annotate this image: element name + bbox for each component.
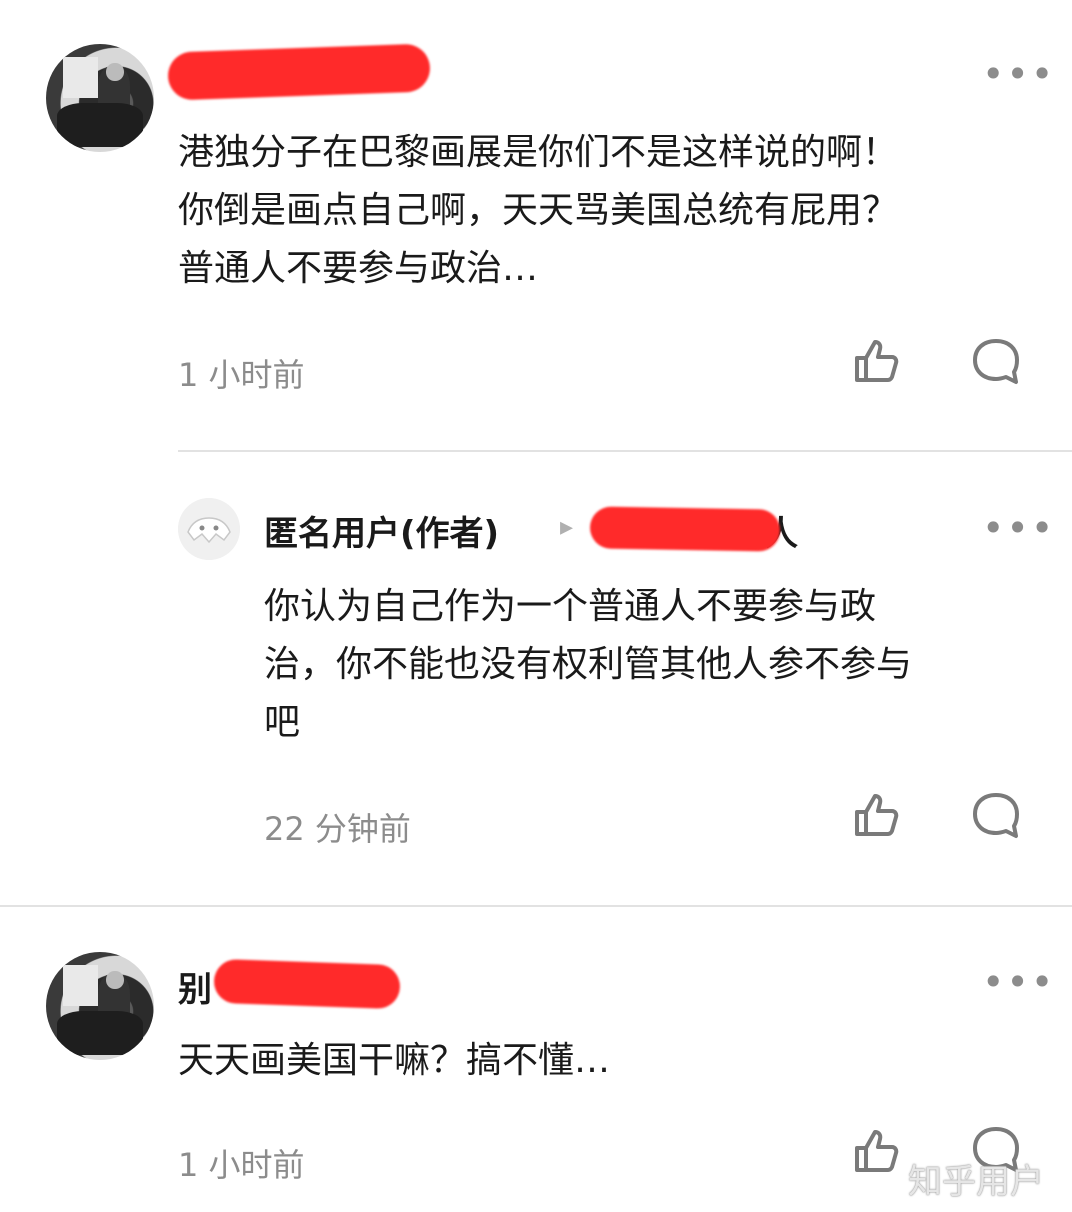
comment-line: 你认为自己作为一个普通人不要参与政 [264, 586, 877, 627]
author-name[interactable]: 匿名用户(作者) [264, 506, 499, 555]
avatar[interactable] [46, 952, 154, 1060]
comment-bubble-icon[interactable] [970, 790, 1022, 840]
comment-line: 治，你不能也没有权利管其他人参不参与 [264, 644, 913, 685]
more-options-button[interactable]: ••• [982, 506, 1055, 550]
comment-line: 港独分子在巴黎画展是你们不是这样说的啊！ [178, 132, 899, 173]
timestamp: 22 分钟前 [264, 810, 411, 848]
comment-line: 普通人不要参与政治… [178, 248, 539, 289]
comment-text: 天天画美国干嘛？搞不懂… [178, 1032, 1038, 1090]
thumbs-up-icon[interactable] [852, 336, 902, 386]
redaction-mark [589, 506, 781, 552]
timestamp: 1 小时前 [178, 356, 305, 394]
comment-bubble-icon[interactable] [970, 336, 1022, 386]
comment-text: 你认为自己作为一个普通人不要参与政 治，你不能也没有权利管其他人参不参与 吧 [264, 578, 1044, 752]
divider [178, 450, 1072, 452]
comment-line: 天天画美国干嘛？搞不懂… [178, 1040, 611, 1081]
more-options-button[interactable]: ••• [982, 52, 1055, 96]
redaction-mark [213, 958, 401, 1010]
comment-text: 港独分子在巴黎画展是你们不是这样说的啊！ 你倒是画点自己啊，天天骂美国总统有屁用… [178, 124, 1038, 298]
avatar[interactable] [46, 44, 154, 152]
redaction-mark [167, 43, 431, 101]
anonymous-avatar[interactable] [178, 498, 240, 560]
comment-line: 你倒是画点自己啊，天天骂美国总统有屁用？ [178, 190, 899, 231]
author-name-start[interactable]: 别 [178, 962, 212, 1011]
reply-arrow-icon: ▸ [560, 512, 574, 542]
thumbs-up-icon[interactable] [852, 790, 902, 840]
divider [0, 905, 1072, 907]
thumbs-up-icon[interactable] [852, 1126, 902, 1176]
comment-line: 吧 [264, 702, 301, 743]
more-options-button[interactable]: ••• [982, 960, 1055, 1004]
timestamp: 1 小时前 [178, 1146, 305, 1184]
watermark: 知乎用户 [908, 1162, 1044, 1202]
